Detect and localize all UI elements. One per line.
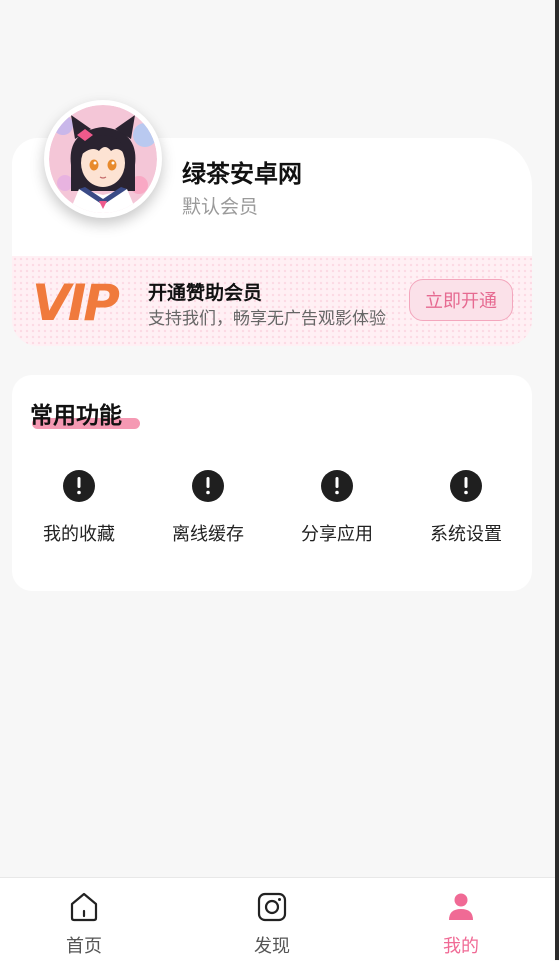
vip-logo: VIP <box>32 274 122 326</box>
func-favorites[interactable]: 我的收藏 <box>29 470 129 546</box>
vip-logo-text: VIP <box>32 274 119 326</box>
func-offline-cache[interactable]: 离线缓存 <box>158 470 258 546</box>
func-label: 分享应用 <box>301 524 373 545</box>
nav-item-home[interactable]: 首页 <box>34 890 134 958</box>
window-edge <box>555 0 559 960</box>
func-label: 系统设置 <box>430 524 502 545</box>
home-icon <box>70 892 98 922</box>
nav-label: 首页 <box>66 936 102 957</box>
alert-circle-icon <box>321 470 353 502</box>
func-share-app[interactable]: 分享应用 <box>287 470 387 546</box>
avatar[interactable] <box>44 100 162 218</box>
vip-activate-button[interactable]: 立即开通 <box>409 279 513 321</box>
vip-description: 支持我们，畅享无广告观影体验 <box>148 309 386 329</box>
nav-label: 我的 <box>443 936 479 957</box>
nav-item-discover[interactable]: 发现 <box>222 890 322 958</box>
func-settings[interactable]: 系统设置 <box>416 470 516 546</box>
bottom-nav: 首页 发现 我的 <box>0 877 555 961</box>
section-heading: 常用功能 <box>30 396 140 430</box>
alert-circle-icon <box>450 470 482 502</box>
alert-circle-icon <box>63 470 95 502</box>
vip-title: 开通赞助会员 <box>148 282 263 304</box>
functions-title: 常用功能 <box>30 403 122 429</box>
member-level: 默认会员 <box>182 196 259 218</box>
username: 绿茶安卓网 <box>182 160 302 188</box>
camera-icon <box>257 892 287 922</box>
func-label: 我的收藏 <box>43 524 115 545</box>
anime-avatar-image <box>49 105 157 213</box>
user-icon <box>449 893 473 920</box>
nav-item-mine[interactable]: 我的 <box>411 890 511 958</box>
alert-circle-icon <box>192 470 224 502</box>
func-label: 离线缓存 <box>172 524 244 545</box>
nav-label: 发现 <box>254 936 290 957</box>
